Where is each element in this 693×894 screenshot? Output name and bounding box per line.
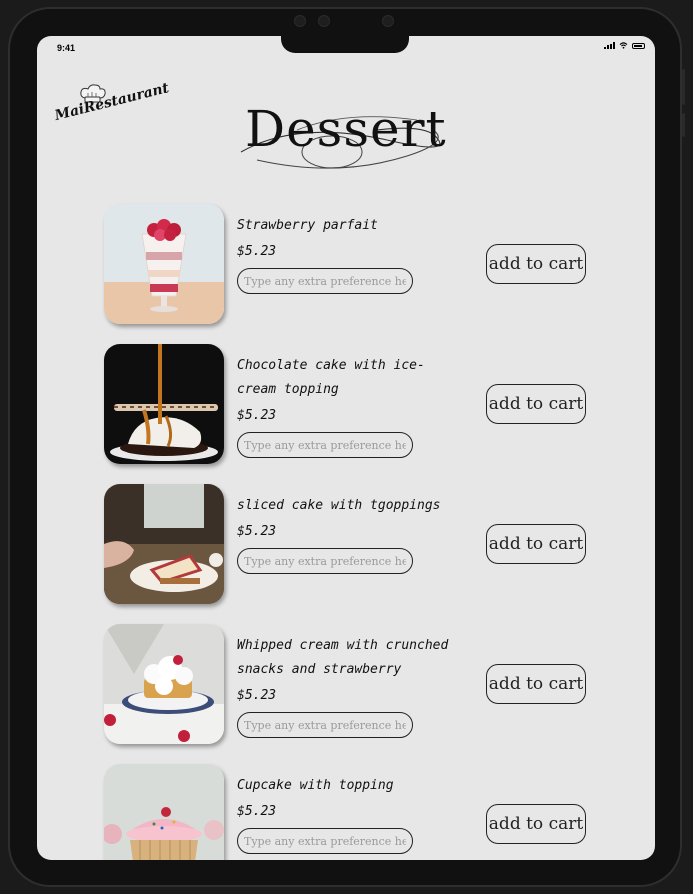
item-price: $5.23 xyxy=(237,688,277,703)
item-name: Chocolate cake with ice-cream topping xyxy=(237,358,425,397)
menu-item: Whipped cream with crunched snacks and s… xyxy=(104,624,604,764)
sensor-icon xyxy=(318,15,330,27)
battery-icon xyxy=(632,42,645,49)
item-info: Chocolate cake with ice-cream topping $5… xyxy=(237,354,457,458)
item-photo-sliced-cake[interactable] xyxy=(104,484,224,604)
menu-item: Chocolate cake with ice-cream topping $5… xyxy=(104,344,604,484)
item-photo-chocolate-cake[interactable] xyxy=(104,344,224,464)
preference-input[interactable] xyxy=(237,712,413,738)
add-to-cart-button[interactable]: add to cart xyxy=(486,384,586,424)
item-price: $5.23 xyxy=(237,408,277,423)
wifi-icon xyxy=(619,42,628,49)
item-info: Whipped cream with crunched snacks and s… xyxy=(237,634,457,738)
item-price: $5.23 xyxy=(237,524,277,539)
add-to-cart-button[interactable]: add to cart xyxy=(486,664,586,704)
brand-name: MaiRestaurant xyxy=(53,80,171,124)
notch xyxy=(281,36,409,53)
preference-input[interactable] xyxy=(237,828,413,854)
dessert-list: Strawberry parfait $5.23 add to cart xyxy=(104,204,604,860)
brand-logo[interactable]: MaiRestaurant xyxy=(53,80,171,142)
item-name: Cupcake with topping xyxy=(237,778,394,793)
status-time: 9:41 xyxy=(57,43,76,53)
menu-item: sliced cake with tgoppings $5.23 add to … xyxy=(104,484,604,624)
item-info: sliced cake with tgoppings $5.23 xyxy=(237,494,457,574)
add-to-cart-button[interactable]: add to cart xyxy=(486,524,586,564)
add-to-cart-button[interactable]: add to cart xyxy=(486,244,586,284)
item-photo-cupcake[interactable] xyxy=(104,764,224,860)
power-button xyxy=(682,69,685,105)
item-name: Strawberry parfait xyxy=(237,218,378,233)
item-price: $5.23 xyxy=(237,244,277,259)
add-to-cart-button[interactable]: add to cart xyxy=(486,804,586,844)
preference-input[interactable] xyxy=(237,432,413,458)
item-photo-parfait[interactable] xyxy=(104,204,224,324)
menu-item: Strawberry parfait $5.23 add to cart xyxy=(104,204,604,344)
item-info: Cupcake with topping $5.23 xyxy=(237,774,457,854)
item-info: Strawberry parfait $5.23 xyxy=(237,214,457,294)
page-title: Dessert xyxy=(245,100,447,158)
item-photo-whipped-cream[interactable] xyxy=(104,624,224,744)
sensor-icon xyxy=(382,15,394,27)
item-price: $5.23 xyxy=(237,804,277,819)
camera-icon xyxy=(294,15,306,27)
item-name: Whipped cream with crunched snacks and s… xyxy=(237,638,449,677)
item-name: sliced cake with tgoppings xyxy=(237,498,441,513)
menu-item: Cupcake with topping $5.23 add to cart xyxy=(104,764,604,860)
preference-input[interactable] xyxy=(237,548,413,574)
signal-icon xyxy=(604,42,615,49)
app-screen: 9:41 MaiRestaurant Dessert Strawberry pa… xyxy=(37,36,655,860)
volume-button xyxy=(682,113,685,137)
page-title-block: Dessert xyxy=(237,100,457,180)
preference-input[interactable] xyxy=(237,268,413,294)
status-icons xyxy=(604,42,645,49)
